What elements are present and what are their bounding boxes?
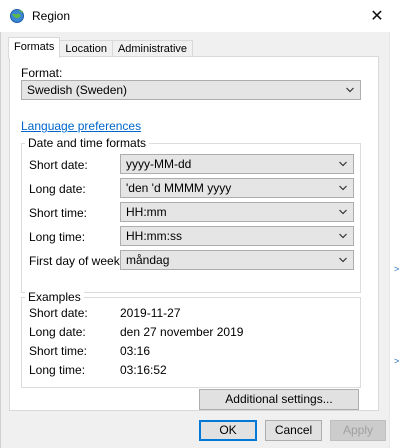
long-date-label: Long date: [29, 182, 86, 196]
cancel-button[interactable]: Cancel [265, 420, 322, 441]
long-time-select[interactable]: HH:mm:ss [120, 226, 354, 246]
examples-title: Examples [25, 290, 84, 304]
tab-label: Formats [14, 41, 55, 53]
example-long-date-value: den 27 november 2019 [120, 325, 244, 339]
additional-settings-button[interactable]: Additional settings... [199, 389, 359, 410]
short-date-select[interactable]: yyyy-MM-dd [120, 154, 354, 174]
long-date-value: 'den 'd MMMM yyyy [126, 181, 232, 195]
example-short-time-value: 03:16 [120, 344, 151, 358]
first-day-of-week-select[interactable]: måndag [120, 250, 354, 270]
chevron-down-icon [339, 257, 347, 263]
close-icon: ✕ [370, 8, 384, 25]
short-time-value: HH:mm [126, 205, 167, 219]
format-select-value: Swedish (Sweden) [27, 83, 128, 97]
short-date-value: yyyy-MM-dd [126, 157, 192, 171]
format-select[interactable]: Swedish (Sweden) [21, 80, 361, 100]
example-long-time-value: 03:16:52 [120, 363, 167, 377]
date-time-formats-title: Date and time formats [25, 136, 150, 150]
example-short-date-value: 2019-11-27 [120, 306, 181, 320]
ok-button[interactable]: OK [199, 420, 257, 441]
short-time-select[interactable]: HH:mm [120, 202, 354, 222]
chevron-down-icon [339, 185, 347, 191]
language-preferences-link[interactable]: Language preferences [21, 119, 141, 133]
chevron-down-icon [339, 209, 347, 215]
chevron-down-icon [346, 87, 354, 93]
tab-label: Location [65, 43, 107, 55]
example-short-date-label: Short date: [29, 306, 88, 320]
example-long-time-label: Long time: [29, 363, 86, 377]
first-day-of-week-value: måndag [126, 253, 170, 267]
long-time-label: Long time: [29, 230, 86, 244]
tab-strip: Formats Location Administrative [8, 37, 194, 58]
first-day-of-week-label: First day of week: [29, 254, 124, 268]
tab-administrative[interactable]: Administrative [111, 40, 194, 57]
example-short-time-label: Short time: [29, 344, 88, 358]
long-date-select[interactable]: 'den 'd MMMM yyyy [120, 178, 354, 198]
long-time-value: HH:mm:ss [126, 229, 182, 243]
background-link-marker: > [394, 264, 400, 274]
format-label: Format: [21, 66, 63, 80]
close-button[interactable]: ✕ [354, 0, 400, 32]
short-time-label: Short time: [29, 206, 88, 220]
apply-button[interactable]: Apply [330, 420, 386, 441]
chevron-down-icon [339, 161, 347, 167]
window-title: Region [32, 9, 71, 23]
formats-panel: Format: Swedish (Sweden) Language prefer… [9, 56, 379, 411]
region-globe-icon [10, 9, 24, 23]
example-long-date-label: Long date: [29, 325, 86, 339]
tab-location[interactable]: Location [59, 40, 113, 57]
tab-label: Administrative [117, 43, 188, 55]
background-link-marker: > [394, 356, 400, 366]
chevron-down-icon [339, 233, 347, 239]
short-date-label: Short date: [29, 158, 88, 172]
title-bar: Region ✕ [0, 0, 400, 32]
tab-formats[interactable]: Formats [8, 37, 61, 58]
background-window-edge: > > [389, 32, 400, 448]
